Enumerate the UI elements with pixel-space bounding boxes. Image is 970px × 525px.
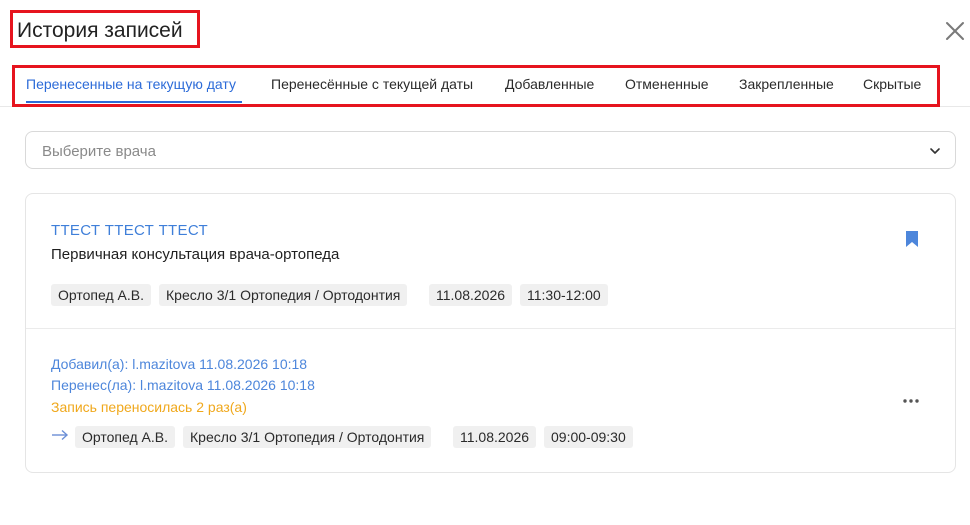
prev-tag-chair: Кресло 3/1 Ортопедия / Ортодонтия [183, 426, 432, 448]
chevron-down-icon [930, 148, 940, 154]
dialog-title: История записей [17, 19, 183, 42]
prev-tag-time: 09:00-09:30 [544, 426, 633, 448]
card-divider [26, 328, 955, 329]
bookmark-icon[interactable] [905, 231, 919, 247]
patient-name[interactable]: ТТЕСТ ТТЕСТ ТТЕСТ [51, 222, 208, 239]
arrow-right-icon [52, 429, 69, 441]
history-dialog: История записей Перенесенные на текущую … [0, 0, 970, 525]
doctor-select[interactable]: Выберите врача [25, 131, 956, 169]
service-name: Первичная консультация врача-ортопеда [51, 246, 340, 263]
record-card: ТТЕСТ ТТЕСТ ТТЕСТ Первичная консультация… [25, 193, 956, 473]
doctor-select-placeholder: Выберите врача [42, 143, 156, 160]
tab-hidden[interactable]: Скрытые [863, 76, 921, 92]
moved-by-text: Перенес(ла): l.mazitova 11.08.2026 10:18 [51, 377, 315, 393]
tag-doctor: Ортопед А.В. [51, 284, 151, 306]
more-horizontal-icon[interactable] [902, 397, 920, 405]
close-icon[interactable] [944, 20, 966, 42]
added-by-text: Добавил(а): l.mazitova 11.08.2026 10:18 [51, 356, 308, 372]
active-tab-indicator [26, 101, 242, 103]
tag-chair: Кресло 3/1 Ортопедия / Ортодонтия [159, 284, 408, 306]
prev-tag-date: 11.08.2026 [453, 426, 537, 448]
prev-tag-doctor: Ортопед А.В. [75, 426, 175, 448]
tab-moved-from-current-date[interactable]: Перенесённые с текущей даты [271, 76, 473, 92]
tab-added[interactable]: Добавленные [505, 76, 594, 92]
tab-cancelled[interactable]: Отмененные [625, 76, 709, 92]
tab-moved-to-current-date[interactable]: Перенесенные на текущую дату [26, 76, 236, 92]
moved-count-text: Запись переносилась 2 раз(а) [51, 399, 247, 415]
tag-time: 11:30-12:00 [520, 284, 608, 306]
tag-date: 11.08.2026 [429, 284, 513, 306]
tab-pinned[interactable]: Закрепленные [739, 76, 834, 92]
